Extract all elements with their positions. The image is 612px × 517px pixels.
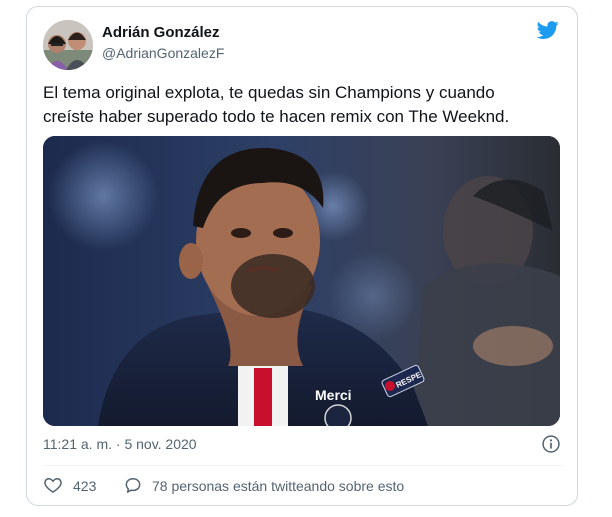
- tweet-text-line-1: El tema original explota, te quedas sin …: [43, 83, 495, 102]
- divider: [43, 465, 563, 466]
- info-icon[interactable]: [541, 434, 561, 454]
- twitter-bird-icon[interactable]: [535, 19, 561, 41]
- tweet-photo[interactable]: RESPE Merci: [43, 136, 560, 426]
- heart-icon[interactable]: [43, 475, 63, 495]
- like-count[interactable]: 423: [73, 478, 96, 494]
- tweet-card: Adrián González @AdrianGonzalezF El tema…: [26, 6, 578, 506]
- tweet-timestamp[interactable]: 11:21 a. m. · 5 nov. 2020: [43, 436, 197, 452]
- tweet-text: El tema original explota, te quedas sin …: [43, 81, 568, 129]
- reply-icon[interactable]: [123, 475, 143, 495]
- shirt-sponsor-text: Merci: [315, 387, 352, 403]
- conversation-link[interactable]: 78 personas están twitteando sobre esto: [152, 478, 404, 494]
- tweet-text-line-2: creíste haber superado todo te hacen rem…: [43, 107, 510, 126]
- display-name[interactable]: Adrián González: [102, 24, 220, 41]
- user-handle[interactable]: @AdrianGonzalezF: [102, 45, 224, 61]
- avatar[interactable]: [43, 20, 93, 70]
